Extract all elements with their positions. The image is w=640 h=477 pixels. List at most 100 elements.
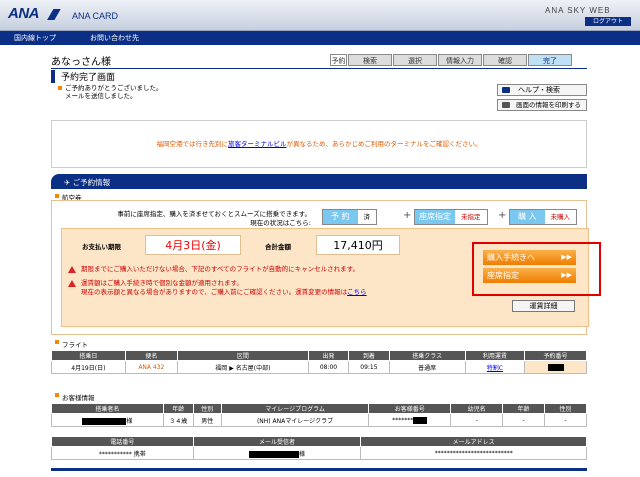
route-from: 福岡 [215, 364, 228, 372]
fare-change-link[interactable]: こちら [347, 288, 367, 296]
col-class: 搭乗クラス [388, 350, 466, 361]
help-search-label: ヘルプ・検索 [518, 86, 560, 94]
bottom-rule [51, 468, 587, 471]
fare-detail-button[interactable]: 運賃詳細 [512, 300, 575, 312]
fare-type-link[interactable]: 特割C [487, 365, 503, 372]
help-search-button[interactable]: ヘルプ・検索 [497, 84, 587, 96]
warning-fare: 運賃額はご購入手続き時で個別な金額が適用されます。 現在の表示額と異なる場合があ… [81, 279, 367, 297]
col-age: 年齢 [162, 403, 194, 414]
stage-purchase-label: 購 入 [510, 210, 545, 224]
stage-purchase-value: 未購入 [544, 210, 577, 224]
booking-info-title: ✈ ご予約情報 [64, 178, 111, 187]
purchase-label: 購入手続きへ [487, 253, 535, 262]
step-label: 予約 [330, 54, 347, 66]
passenger-sex: 男性 [192, 413, 222, 427]
flight-fare: 特割C [464, 360, 526, 374]
col-mail-receiver: メール受信者 [192, 436, 362, 447]
warning-cancel: 期限までにご購入いただけない場合、下記のすべてのフライトが自動的にキャンセルされ… [81, 265, 360, 273]
stage-reservation-value: 済 [357, 210, 377, 224]
printer-icon [502, 102, 510, 108]
seat-select-label: 座席指定 [487, 271, 519, 280]
stage-seat: 座席指定 未指定 [414, 209, 488, 225]
thanks-message: ご予約ありがとうございました。 メールを送信しました。 [65, 84, 163, 100]
flight-section-title: フライト [62, 341, 88, 349]
print-button[interactable]: 画面の情報を印刷する [497, 99, 587, 111]
contact-phone: *********** 携帯 [51, 446, 194, 460]
nav-bar: 国内線トップ お問い合わせ先 [0, 31, 640, 45]
thanks-line-1: ご予約ありがとうございました。 [65, 84, 163, 92]
bullet-icon [55, 340, 59, 344]
redacted-block [249, 450, 300, 458]
warning-fare-line-2: 現在の表示額と異なる場合がありますので、ご購入前にご確認ください。運賃変更の情報… [81, 288, 348, 296]
seat-select-button[interactable]: 座席指定 ▶▶ [483, 268, 576, 283]
col-phone: 電話番号 [51, 436, 194, 447]
col-infant-age: 年齢 [502, 403, 546, 414]
passenger-name: 様 [51, 413, 164, 427]
stage-reservation-label: 予 約 [323, 210, 358, 224]
title-rule [51, 68, 587, 69]
booking-info-bar [51, 174, 587, 189]
mileage-program: (NH) ANAマイレージクラブ [220, 413, 370, 427]
infant-sex: - [544, 413, 587, 427]
deadline-value: 4月3日(金) [145, 235, 241, 255]
col-passenger: 搭乗者名 [51, 403, 164, 414]
terminal-building-link[interactable]: 旅客ターミナルビル [228, 140, 287, 148]
passenger-age: ３４歳 [162, 413, 194, 427]
step-select: 選択 [393, 54, 437, 66]
stage-reservation: 予 約 済 [322, 209, 378, 225]
col-dep: 出発 [307, 350, 350, 361]
table-row: 様 ３４歳 男性 (NH) ANAマイレージクラブ ******* - - - [51, 413, 587, 427]
instruction-line-2: 現在の状況はこちら: [250, 219, 311, 227]
infant-name: - [450, 413, 504, 427]
flight-arr: 09:15 [348, 360, 390, 374]
flight-dep: 08:00 [307, 360, 350, 374]
col-mail-address: メールアドレス [360, 436, 587, 447]
skyweb-title: ANA SKY WEB [545, 6, 611, 15]
status-instruction: 事前に座席指定、購入を済ませておくとスムーズに搭乗できます。 現在の状況はこちら… [55, 210, 311, 228]
instruction-line-1: 事前に座席指定、購入を済ませておくとスムーズに搭乗できます。 [117, 210, 311, 218]
step-search: 検索 [348, 54, 392, 66]
warning-icon [68, 280, 76, 287]
redacted-block [547, 363, 564, 371]
passenger-section-title: お客様情報 [62, 394, 95, 402]
name-suffix: 様 [126, 417, 133, 425]
warning-icon [68, 266, 76, 273]
print-label: 画面の情報を印刷する [516, 101, 581, 109]
passenger-table: 搭乗者名 年齢 性別 マイレージプログラム お客様番号 幼児名 年齢 性別 様 … [51, 403, 587, 427]
bullet-icon [58, 86, 62, 90]
col-route: 区間 [177, 350, 309, 361]
contact-header-row: 電話番号 メール受信者 メールアドレス [51, 436, 587, 447]
mail-address: ************************** [360, 446, 587, 460]
col-mileage: マイレージプログラム [220, 403, 370, 414]
step-complete: 完了 [528, 54, 572, 66]
flight-header-row: 搭乗日 便名 区間 出発 到着 搭乗クラス 利用運賃 予約番号 [51, 350, 587, 361]
nav-contact[interactable]: お問い合わせ先 [90, 33, 139, 43]
mail-receiver: 様 [192, 446, 362, 460]
redacted-block [413, 416, 428, 424]
booking-number [524, 360, 587, 374]
col-arr: 到着 [348, 350, 390, 361]
col-date: 搭乗日 [51, 350, 126, 361]
col-member-no: お客様番号 [368, 403, 452, 414]
progress-steps: 予約 検索 選択 情報入力 確認 完了 [330, 54, 573, 66]
table-row: 4月19日(日) ANA 432 福岡 ▶ 名古屋(中部) 08:00 09:1… [51, 360, 587, 374]
ana-card-title: ANA CARD [72, 11, 119, 21]
step-input: 情報入力 [438, 54, 482, 66]
plus-icon: + [403, 210, 412, 221]
terminal-notice: 福岡空港では行き先別に旅客ターミナルビルが異なるため、あらかじめご利用のターミナ… [51, 120, 587, 168]
route-arrow-icon: ▶ [229, 364, 234, 372]
total-value: 17,410円 [316, 235, 400, 255]
total-label: 合計金額 [265, 243, 291, 251]
flight-number: ANA 432 [124, 360, 179, 374]
col-flight: 便名 [124, 350, 179, 361]
route-to: 名古屋(中部) [235, 364, 271, 372]
nav-domestic-top[interactable]: 国内線トップ [14, 33, 56, 43]
col-sex: 性別 [192, 403, 222, 414]
purchase-button[interactable]: 購入手続きへ ▶▶ [483, 250, 576, 265]
notice-pre: 福岡空港では行き先別に [156, 140, 229, 148]
ana-logo[interactable]: ANA [8, 5, 40, 22]
notice-post: が異なるため、あらかじめご利用のターミナルをご確認ください。 [286, 140, 482, 148]
col-infant: 幼児名 [450, 403, 504, 414]
stage-seat-label: 座席指定 [415, 210, 455, 224]
logout-button[interactable]: ログアウト [585, 17, 631, 26]
